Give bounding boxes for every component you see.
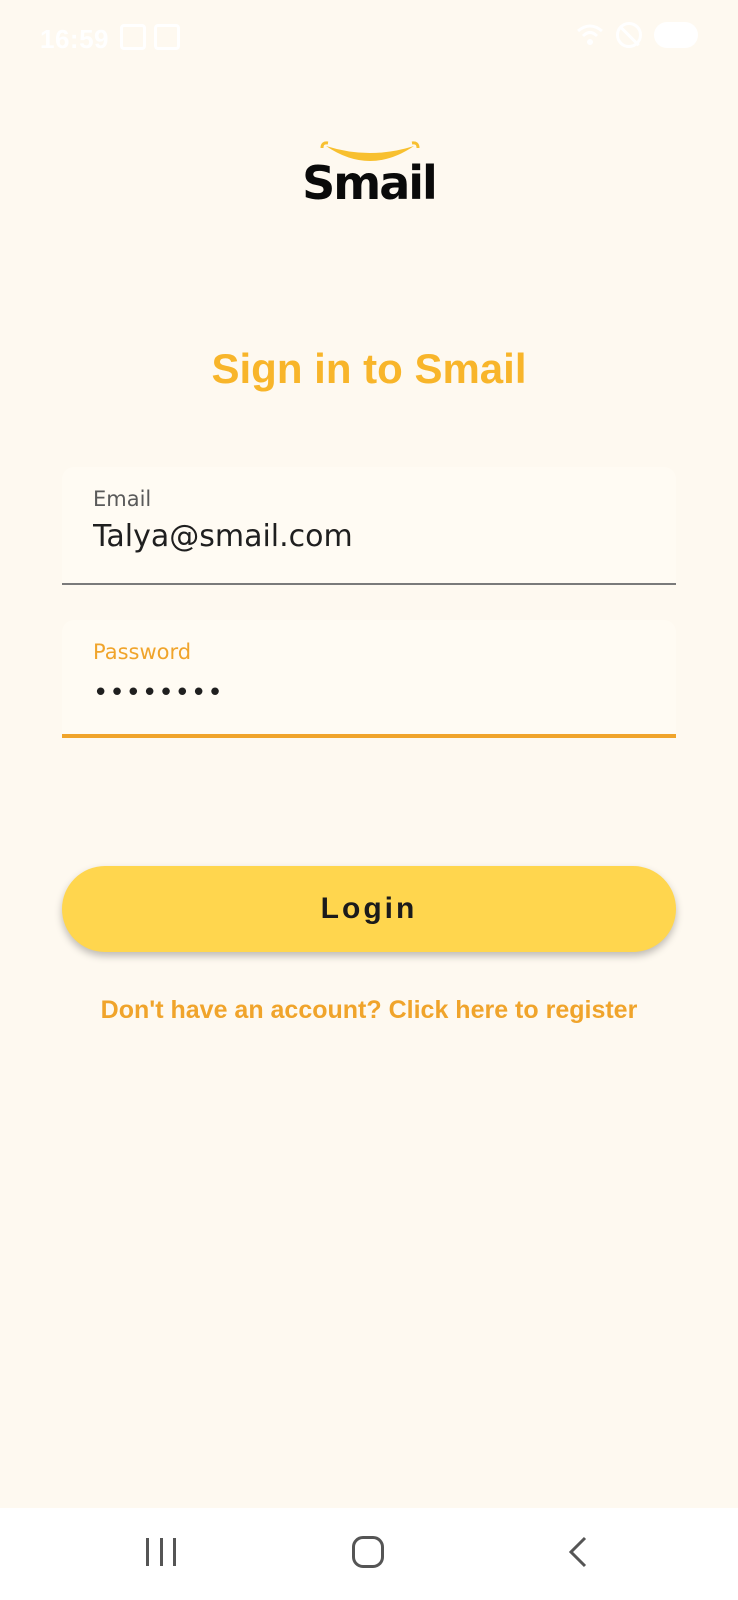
back-icon[interactable]	[563, 1536, 595, 1568]
page-title: Sign in to Smail	[211, 345, 527, 392]
battery-icon	[654, 22, 698, 48]
login-button[interactable]: Login	[62, 866, 676, 952]
gallery-icon	[154, 24, 180, 50]
password-field[interactable]: Password ••••••••	[62, 620, 676, 738]
recents-icon[interactable]	[146, 1538, 176, 1566]
navigation-bar	[0, 1508, 738, 1600]
register-link[interactable]: Don't have an account? Click here to reg…	[0, 996, 738, 1025]
status-time: 16:59	[40, 24, 109, 54]
password-label: Password	[93, 640, 192, 664]
email-label: Email	[93, 487, 152, 511]
logo-text: Smail	[302, 156, 438, 210]
email-input[interactable]	[93, 519, 653, 554]
status-bar: 16:59	[0, 0, 738, 78]
password-input[interactable]: ••••••••	[93, 678, 653, 708]
home-icon[interactable]	[352, 1536, 384, 1568]
status-notification-icons	[120, 24, 180, 50]
wifi-icon	[577, 24, 603, 45]
email-field[interactable]: Email	[62, 467, 676, 585]
status-system-icons	[576, 22, 698, 48]
do-not-disturb-icon	[616, 22, 642, 48]
app-logo: Smail	[0, 138, 738, 210]
notification-icon	[120, 24, 146, 50]
